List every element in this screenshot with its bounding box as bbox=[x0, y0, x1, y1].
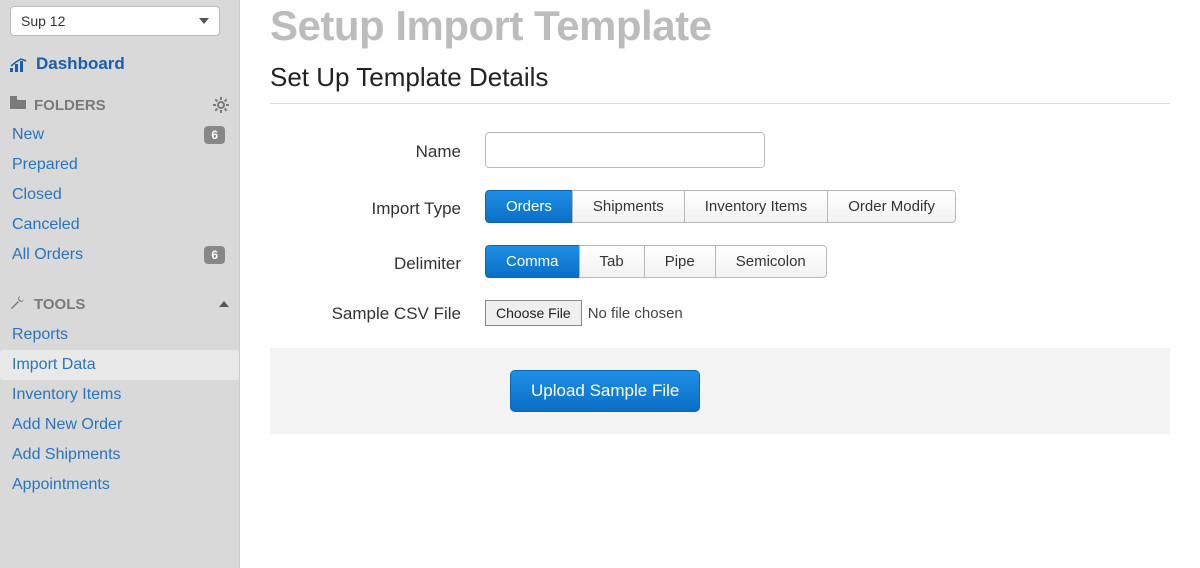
sidebar: Sup 12 Dashboard FOLDERS bbox=[0, 0, 240, 568]
tools-header-label: TOOLS bbox=[34, 296, 85, 313]
caret-up-icon bbox=[219, 301, 229, 307]
row-import-type: Import Type OrdersShipmentsInventory Ite… bbox=[270, 190, 1170, 223]
tool-item-label: Add Shipments bbox=[12, 446, 121, 464]
tool-item-add-new-order[interactable]: Add New Order bbox=[10, 410, 229, 440]
row-sample-file: Sample CSV File Choose File No file chos… bbox=[270, 300, 1170, 326]
org-select-value: Sup 12 bbox=[21, 13, 65, 29]
label-import-type: Import Type bbox=[270, 195, 485, 219]
chevron-down-icon bbox=[199, 18, 209, 24]
wrench-icon bbox=[10, 294, 26, 314]
folder-item-closed[interactable]: Closed bbox=[10, 180, 229, 210]
org-select[interactable]: Sup 12 bbox=[10, 6, 220, 36]
import-type-option-orders[interactable]: Orders bbox=[485, 190, 572, 223]
folder-icon bbox=[10, 96, 26, 114]
tool-item-add-shipments[interactable]: Add Shipments bbox=[10, 440, 229, 470]
tool-item-label: Import Data bbox=[12, 356, 96, 374]
import-type-option-inventory-items[interactable]: Inventory Items bbox=[684, 190, 828, 223]
delimiter-option-comma[interactable]: Comma bbox=[485, 245, 579, 278]
delimiter-option-tab[interactable]: Tab bbox=[579, 245, 644, 278]
upload-sample-file-button[interactable]: Upload Sample File bbox=[510, 370, 700, 412]
tools-section-header[interactable]: TOOLS bbox=[10, 294, 229, 314]
folders-header-label: FOLDERS bbox=[34, 97, 106, 114]
section-title: Set Up Template Details bbox=[270, 62, 1170, 93]
folders-section-header: FOLDERS bbox=[10, 96, 229, 114]
folder-item-canceled[interactable]: Canceled bbox=[10, 210, 229, 240]
choose-file-button[interactable]: Choose File bbox=[485, 300, 582, 326]
divider bbox=[270, 103, 1170, 104]
folder-item-label: New bbox=[12, 126, 44, 144]
name-input[interactable] bbox=[485, 132, 765, 168]
tool-item-label: Add New Order bbox=[12, 416, 122, 434]
main-content: Setup Import Template Set Up Template De… bbox=[240, 0, 1200, 568]
tool-item-label: Appointments bbox=[12, 476, 110, 494]
row-name: Name bbox=[270, 132, 1170, 168]
tool-item-inventory-items[interactable]: Inventory Items bbox=[10, 380, 229, 410]
label-name: Name bbox=[270, 138, 485, 162]
delimiter-option-pipe[interactable]: Pipe bbox=[644, 245, 715, 278]
folder-item-label: All Orders bbox=[12, 246, 83, 264]
dashboard-icon bbox=[10, 57, 28, 71]
delimiter-option-semicolon[interactable]: Semicolon bbox=[715, 245, 827, 278]
tool-item-reports[interactable]: Reports bbox=[10, 320, 229, 350]
row-delimiter: Delimiter CommaTabPipeSemicolon bbox=[270, 245, 1170, 278]
delimiter-group: CommaTabPipeSemicolon bbox=[485, 245, 827, 278]
dashboard-label: Dashboard bbox=[36, 54, 125, 74]
tool-item-appointments[interactable]: Appointments bbox=[10, 470, 229, 500]
label-sample-file: Sample CSV File bbox=[270, 300, 485, 324]
upload-panel: Upload Sample File bbox=[270, 348, 1170, 434]
tool-item-label: Reports bbox=[12, 326, 68, 344]
import-type-group: OrdersShipmentsInventory ItemsOrder Modi… bbox=[485, 190, 956, 223]
file-status: No file chosen bbox=[588, 305, 683, 322]
count-badge: 6 bbox=[204, 126, 225, 144]
page-title: Setup Import Template bbox=[270, 2, 1170, 50]
import-type-option-order-modify[interactable]: Order Modify bbox=[827, 190, 956, 223]
folder-item-prepared[interactable]: Prepared bbox=[10, 150, 229, 180]
folder-item-label: Prepared bbox=[12, 156, 78, 174]
import-type-option-shipments[interactable]: Shipments bbox=[572, 190, 684, 223]
folder-item-label: Canceled bbox=[12, 216, 80, 234]
folder-item-all-orders[interactable]: All Orders 6 bbox=[10, 240, 229, 270]
label-delimiter: Delimiter bbox=[270, 250, 485, 274]
count-badge: 6 bbox=[204, 246, 225, 264]
folder-item-label: Closed bbox=[12, 186, 62, 204]
gear-icon[interactable] bbox=[213, 97, 229, 113]
tool-item-import-data[interactable]: Import Data bbox=[0, 350, 239, 380]
tool-item-label: Inventory Items bbox=[12, 386, 121, 404]
folder-item-new[interactable]: New 6 bbox=[10, 120, 229, 150]
tools-list: Reports Import Data Inventory Items Add New… bbox=[10, 320, 229, 500]
dashboard-link[interactable]: Dashboard bbox=[10, 54, 229, 74]
folders-list: New 6 Prepared Closed Canceled All Orders 6 bbox=[10, 120, 229, 270]
